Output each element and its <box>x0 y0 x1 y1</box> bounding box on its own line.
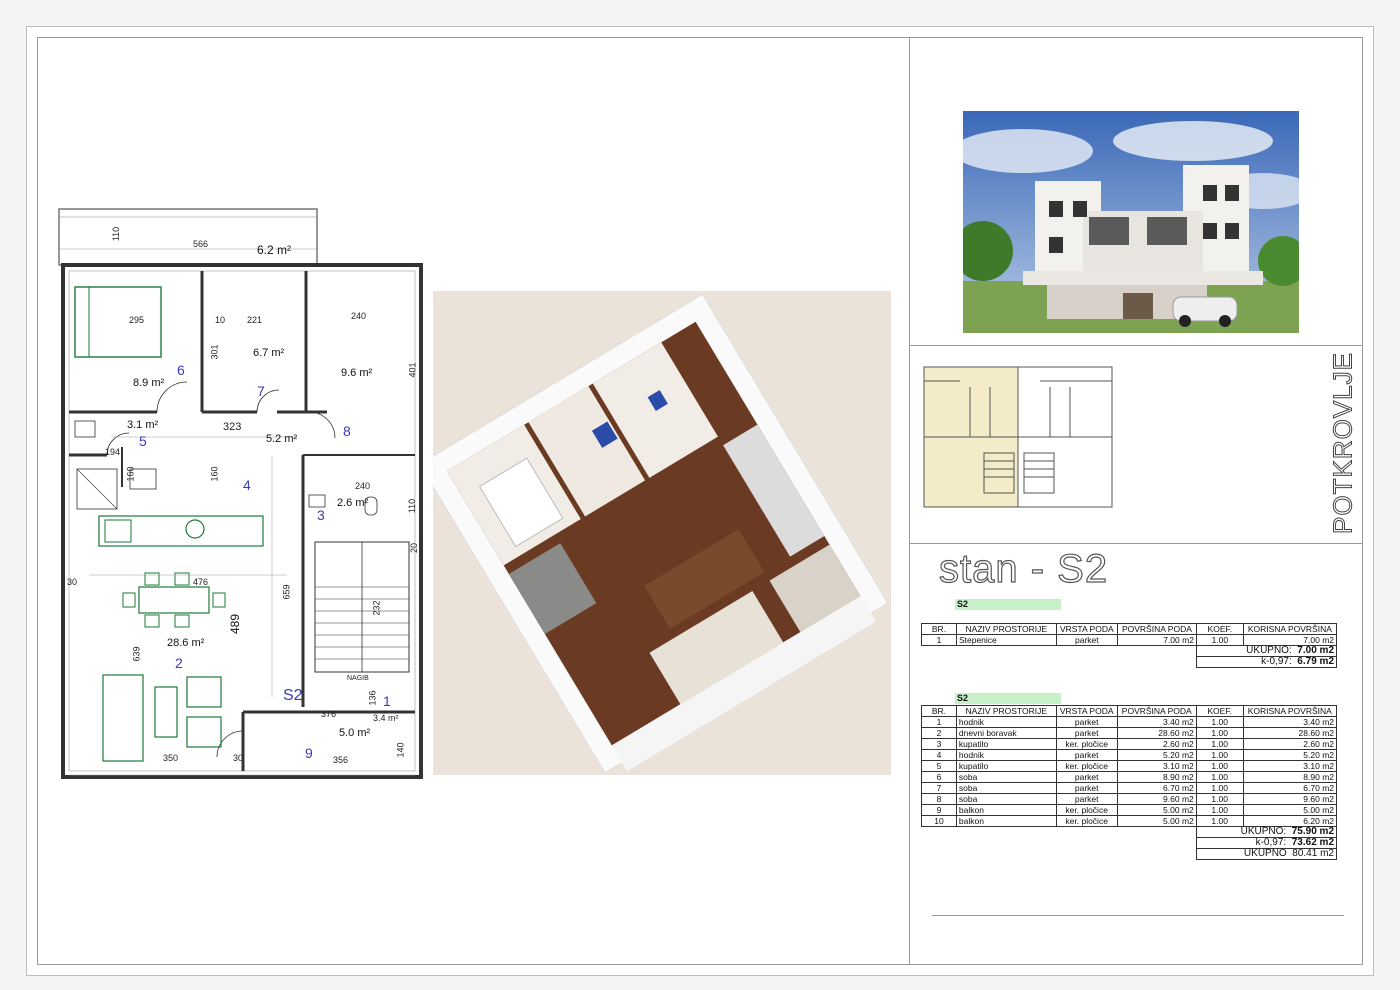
divider-bottom <box>932 915 1344 916</box>
dim-30b: 30 <box>233 753 244 763</box>
table2-k-row: k-0,97: 73.62 m2 <box>922 837 1338 849</box>
dim-639: 639 <box>131 646 142 662</box>
room-9-number: 9 <box>305 745 313 761</box>
room-1-area: 3.4 m² <box>373 713 399 723</box>
dim-240: 240 <box>351 311 367 321</box>
floor-title-text: POTKROVLJE <box>1327 352 1358 535</box>
divider-horizontal-1 <box>910 345 1362 346</box>
table-row: 8 soba parket 9.60 m2 1.00 9.60 m2 <box>921 793 1338 805</box>
table-row: 10 balkon ker. pločice 5.00 m2 1.00 6.20 m2 <box>921 815 1338 827</box>
table-row: 9 balkon ker. pločice 5.00 m2 1.00 5.00 m2 <box>921 804 1338 816</box>
room-4-number: 4 <box>243 477 251 493</box>
dim-659: 659 <box>281 584 292 600</box>
table2-header: BR. NAZIV PROSTORIJE VRSTA PODA POVRŠINA… <box>921 705 1338 717</box>
table-row: 2 dnevni boravak parket 28.60 m2 1.00 28.60 m… <box>921 727 1338 739</box>
dim-221: 221 <box>247 315 263 325</box>
table1-sum-row: UKUPNO: 7.00 m2 <box>922 645 1338 657</box>
dim-30a: 30 <box>67 577 78 587</box>
unit-label: S2 <box>283 687 303 704</box>
dim-301: 301 <box>209 344 220 360</box>
dim-376: 376 <box>321 709 337 719</box>
table-row: 1 hodnik parket 3.40 m2 1.00 3.40 m2 <box>921 716 1338 728</box>
photo-illustration <box>963 111 1299 333</box>
room-7-area: 6.7 m² <box>253 347 285 359</box>
dim-240b: 240 <box>355 481 371 491</box>
stair-note: NAGIB <box>347 675 369 682</box>
dim-323: 323 <box>223 421 242 433</box>
table1-k-row: k-0,97: 6.79 m2 <box>922 656 1338 668</box>
dim-136: 136 <box>367 690 378 706</box>
dim-489: 489 <box>228 613 243 635</box>
table-row: 5 kupatilo ker. pločice 3.10 m2 1.00 3.10 m2 <box>921 760 1338 772</box>
table-row: 7 soba parket 6.70 m2 1.00 6.70 m2 <box>921 782 1338 794</box>
room-6-area: 8.9 m² <box>133 377 165 389</box>
dim-160b: 160 <box>209 466 220 482</box>
dim-401: 401 <box>407 362 418 378</box>
room-2-number: 2 <box>175 655 183 671</box>
table2-total-row: UKUPNO 80.41 m2 <box>922 848 1338 860</box>
dim-110b: 110 <box>407 498 418 514</box>
dim-232: 232 <box>371 600 382 616</box>
floor-title-vertical: POTKROVLJE <box>1323 352 1363 535</box>
table1: BR. NAZIV PROSTORIJE VRSTA PODA POVRŠINA… <box>921 623 1338 668</box>
table2-tag: S2 <box>955 693 1061 704</box>
room-5-area: 3.1 m² <box>127 419 159 431</box>
dim-20: 20 <box>409 542 420 554</box>
interior-3d-render <box>433 291 891 775</box>
table-row: 1 Stepenice parket 7.00 m2 1.00 7.00 m2 <box>921 634 1338 646</box>
dim-160a: 160 <box>125 466 136 482</box>
dim-350: 350 <box>163 753 179 763</box>
key-plan-drawing <box>923 366 1113 508</box>
table-row: 4 hodnik parket 5.20 m2 1.00 5.20 m2 <box>921 749 1338 761</box>
dim-110: 110 <box>111 226 122 242</box>
building-key-plan <box>920 357 1120 517</box>
room-6-number: 6 <box>177 362 185 378</box>
render-illustration <box>433 291 891 775</box>
room-9-area: 5.0 m² <box>339 727 371 739</box>
dim-295: 295 <box>129 315 145 325</box>
room-8-number: 8 <box>343 423 351 439</box>
room-1-number: 1 <box>383 693 391 709</box>
room-4-area: 5.2 m² <box>266 433 298 445</box>
table1-tag: S2 <box>955 599 1061 610</box>
table2-sum-row: UKUPNO: 75.90 m2 <box>922 826 1338 838</box>
dim-10: 10 <box>215 315 226 325</box>
table2: BR. NAZIV PROSTORIJE VRSTA PODA POVRŠINA… <box>921 705 1338 860</box>
dim-140: 140 <box>395 742 406 758</box>
table1-header: BR. NAZIV PROSTORIJE VRSTA PODA POVRŠINA… <box>921 623 1338 635</box>
floor-plan: 566 110 6.2 m² 295 10 221 240 301 401 8.… <box>47 207 427 787</box>
divider-horizontal-2 <box>910 543 1362 544</box>
room-8-area: 9.6 m² <box>341 367 373 379</box>
unit-title: stan - S2 <box>938 546 1109 591</box>
building-exterior-photo <box>963 111 1299 333</box>
table-row: 3 kupatilo ker. pločice 2.60 m2 1.00 2.60 m2 <box>921 738 1338 750</box>
room-7-number: 7 <box>257 383 265 399</box>
dim-356: 356 <box>333 755 349 765</box>
room-2-area: 28.6 m² <box>167 637 205 649</box>
balcony-top-area: 6.2 m² <box>257 243 292 257</box>
dim-194: 194 <box>105 447 121 457</box>
room-5-number: 5 <box>139 433 147 449</box>
dim-566: 566 <box>193 239 209 249</box>
room-3-number: 3 <box>317 507 325 523</box>
table-row: 6 soba parket 8.90 m2 1.00 8.90 m2 <box>921 771 1338 783</box>
dim-476: 476 <box>193 577 209 587</box>
room-3-area: 2.6 m² <box>337 497 369 509</box>
drawing-sheet: 566 110 6.2 m² 295 10 221 240 301 401 8.… <box>26 26 1374 976</box>
divider-vertical <box>909 38 910 964</box>
